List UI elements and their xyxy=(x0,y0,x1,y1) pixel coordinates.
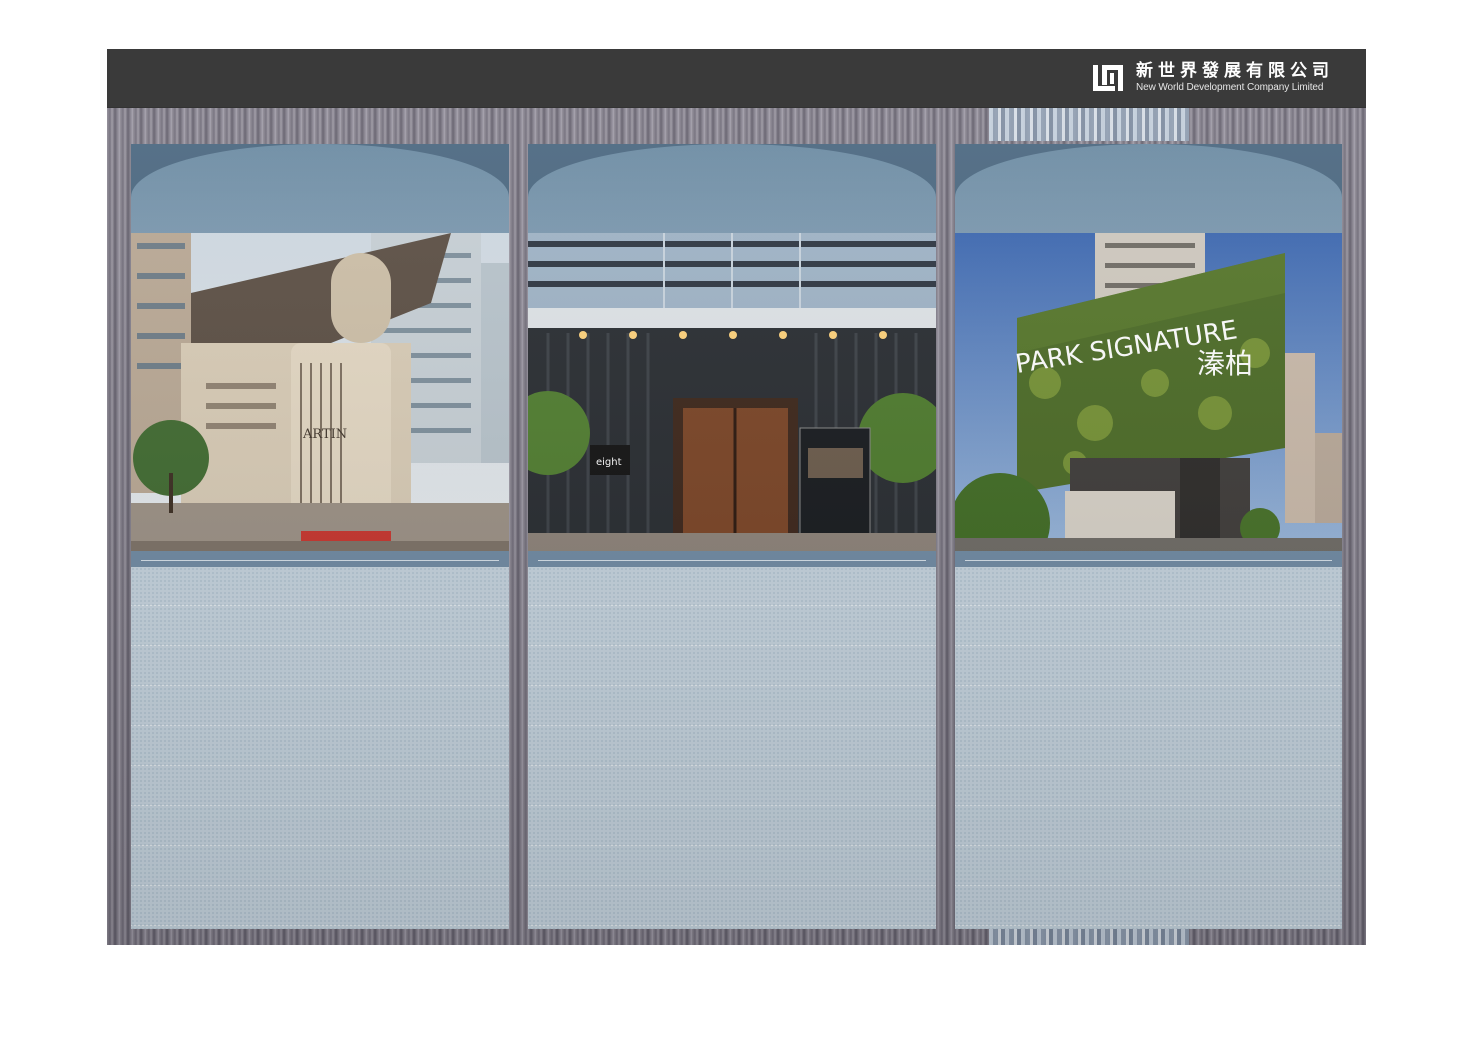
svg-text:eight: eight xyxy=(596,457,622,468)
company-logo: 新世界發展有限公司 New World Development Company … xyxy=(1092,58,1334,98)
nwd-logo-icon xyxy=(1093,65,1123,91)
svg-text:溱柏: 溱柏 xyxy=(1197,347,1253,380)
decorative-stripe-top xyxy=(989,107,1189,141)
card-header-arch xyxy=(528,144,936,233)
card-header-arch xyxy=(131,144,509,233)
project-card-2: eight xyxy=(528,144,936,929)
residential-tower-photo: ARTIN xyxy=(131,233,509,551)
header-bar: 新世界發展有限公司 New World Development Company … xyxy=(107,49,1366,108)
svg-text:ARTIN: ARTIN xyxy=(302,427,347,442)
card-text-area xyxy=(528,567,936,929)
decorative-stripe-bottom xyxy=(989,929,1189,945)
card-text-area xyxy=(955,567,1342,929)
card-divider xyxy=(528,551,936,567)
project-card-1: ARTIN xyxy=(131,144,509,929)
logo-english-name: New World Development Company Limited xyxy=(1136,82,1324,93)
card-divider xyxy=(131,551,509,567)
card-divider xyxy=(955,551,1342,567)
project-card-3: PARK SIGNATURE 溱柏 xyxy=(955,144,1342,929)
logo-chinese-name: 新世界發展有限公司 xyxy=(1136,61,1334,81)
building-entrance-photo: eight xyxy=(528,233,936,551)
green-wall-photo: PARK SIGNATURE 溱柏 xyxy=(955,233,1342,551)
card-text-area xyxy=(131,567,509,929)
card-header-arch xyxy=(955,144,1342,233)
slide: 新世界發展有限公司 New World Development Company … xyxy=(107,49,1366,945)
